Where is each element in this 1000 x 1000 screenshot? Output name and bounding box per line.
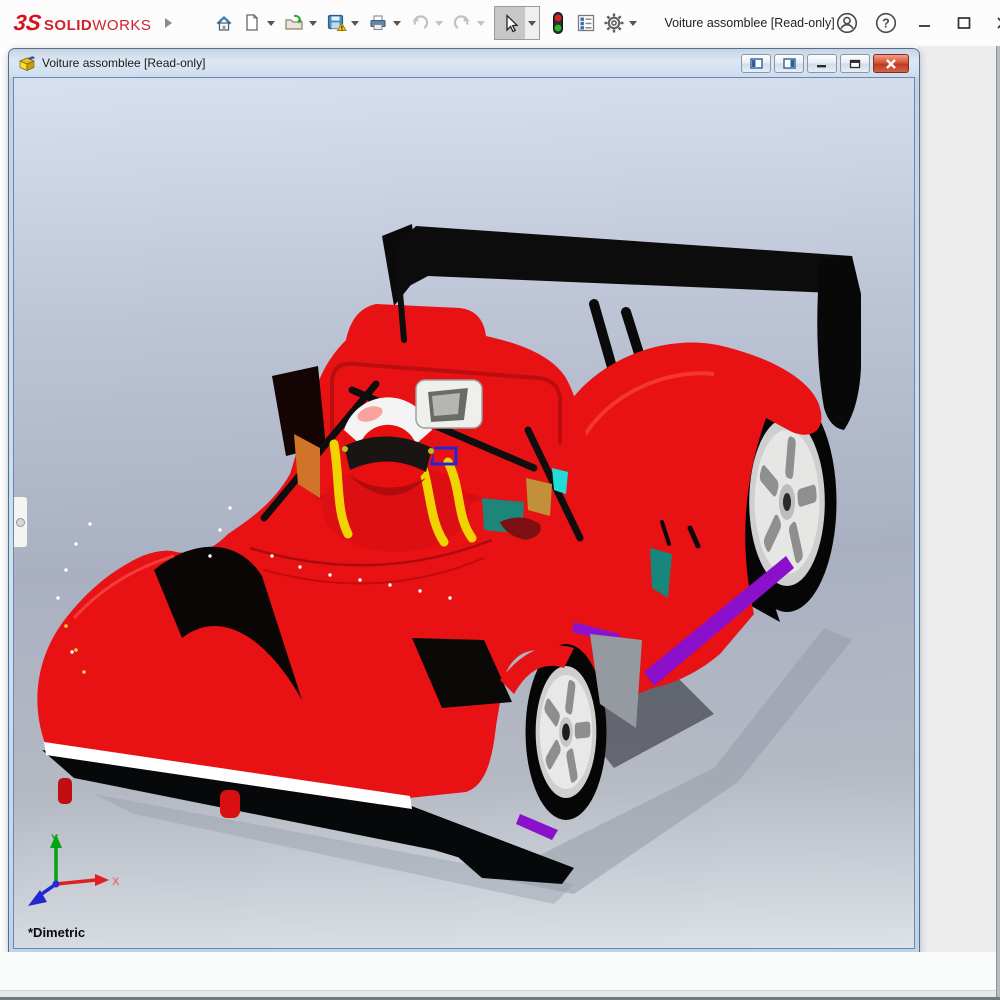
save-icon bbox=[326, 13, 347, 33]
solidworks-logo: 3S SOLID WORKS bbox=[14, 10, 151, 36]
doc-restore-button[interactable] bbox=[840, 54, 870, 73]
solidworks-app-window: { "window": { "title": "Voiture assomble… bbox=[0, 0, 1000, 1000]
handle-knob-icon bbox=[16, 518, 25, 527]
select-tool-dropdown[interactable] bbox=[525, 7, 539, 39]
maximize-icon bbox=[956, 15, 972, 31]
toolbar-flyout-arrow-icon[interactable] bbox=[165, 18, 172, 28]
document-window-controls bbox=[741, 54, 909, 73]
redo-button[interactable] bbox=[448, 8, 476, 38]
maximize-button[interactable] bbox=[952, 11, 976, 35]
home-icon bbox=[214, 13, 234, 33]
toggle-left-pane-button[interactable] bbox=[741, 54, 771, 73]
gear-icon bbox=[603, 12, 625, 34]
document-title: Voiture assomblee [Read-only] bbox=[42, 56, 205, 70]
home-button[interactable] bbox=[210, 8, 238, 38]
window-title: Voiture assomblee [Read-only] bbox=[664, 16, 834, 30]
new-document-button[interactable] bbox=[238, 8, 266, 38]
open-folder-icon bbox=[284, 13, 305, 33]
right-pane-icon bbox=[783, 58, 796, 69]
quick-access-toolbar bbox=[210, 6, 642, 40]
logo-solid: SOLID bbox=[44, 17, 92, 34]
status-strip bbox=[0, 990, 996, 997]
save-dropdown[interactable] bbox=[351, 21, 359, 26]
logo-3s-glyph: 3S bbox=[12, 10, 43, 36]
doc-minimize-button[interactable] bbox=[807, 54, 837, 73]
undo-icon bbox=[410, 13, 430, 33]
open-dropdown[interactable] bbox=[309, 21, 317, 26]
doc-close-button[interactable] bbox=[873, 54, 909, 73]
print-icon bbox=[368, 13, 388, 33]
x-axis-arrow bbox=[95, 874, 109, 886]
account-icon bbox=[835, 11, 859, 35]
new-document-dropdown[interactable] bbox=[267, 21, 275, 26]
help-icon: ? bbox=[874, 11, 898, 35]
race-car-3d-model bbox=[14, 78, 914, 948]
doc-close-icon bbox=[885, 59, 897, 69]
view-orientation-label: *Dimetric bbox=[28, 925, 85, 940]
save-button[interactable] bbox=[322, 8, 350, 38]
new-document-icon bbox=[242, 13, 262, 33]
left-pane-icon bbox=[750, 58, 763, 69]
y-axis-label: Y bbox=[51, 833, 59, 845]
properties-list-icon bbox=[576, 13, 596, 33]
right-margin-area bbox=[918, 46, 996, 1000]
minimize-icon bbox=[917, 15, 933, 31]
doc-restore-icon bbox=[849, 59, 861, 69]
select-tool-group bbox=[494, 6, 540, 40]
document-titlebar[interactable]: Voiture assomblee [Read-only] bbox=[9, 49, 919, 77]
select-cursor-icon bbox=[500, 13, 520, 33]
print-dropdown[interactable] bbox=[393, 21, 401, 26]
settings-button[interactable] bbox=[600, 8, 628, 38]
document-window: Voiture assomblee [Read-only] bbox=[8, 48, 920, 954]
close-button[interactable] bbox=[991, 11, 1000, 35]
undo-dropdown[interactable] bbox=[435, 21, 443, 26]
open-button[interactable] bbox=[280, 8, 308, 38]
account-button[interactable] bbox=[835, 11, 859, 35]
rebuild-button[interactable] bbox=[544, 8, 572, 38]
options-list-button[interactable] bbox=[572, 8, 600, 38]
minimize-button[interactable] bbox=[913, 11, 937, 35]
redo-icon bbox=[452, 13, 472, 33]
graphics-viewport[interactable]: Y X *Dimetric bbox=[13, 77, 915, 949]
settings-dropdown[interactable] bbox=[629, 21, 637, 26]
main-toolbar: 3S SOLID WORKS bbox=[0, 0, 1000, 46]
assembly-document-icon bbox=[19, 55, 36, 71]
redo-dropdown[interactable] bbox=[477, 21, 485, 26]
undo-button[interactable] bbox=[406, 8, 434, 38]
toggle-right-pane-button[interactable] bbox=[774, 54, 804, 73]
logo-works: WORKS bbox=[92, 17, 151, 34]
traffic-light-icon bbox=[550, 11, 566, 35]
close-icon bbox=[995, 15, 1000, 31]
bottom-margin-area bbox=[0, 952, 996, 1000]
svg-text:?: ? bbox=[882, 17, 890, 31]
x-axis-label: X bbox=[112, 876, 120, 888]
feature-pane-collapse-handle[interactable] bbox=[14, 496, 28, 548]
orientation-triad[interactable]: Y X bbox=[26, 832, 126, 912]
window-controls: ? bbox=[835, 11, 1000, 35]
doc-minimize-icon bbox=[816, 59, 828, 69]
help-button[interactable]: ? bbox=[874, 11, 898, 35]
right-window-edge bbox=[996, 46, 1000, 1000]
select-tool-button[interactable] bbox=[495, 7, 525, 39]
print-button[interactable] bbox=[364, 8, 392, 38]
